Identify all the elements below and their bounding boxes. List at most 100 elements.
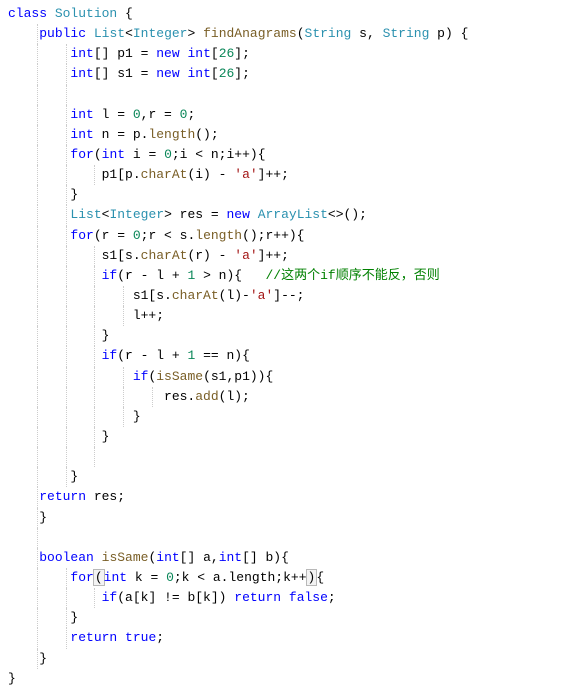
token-plain [47,6,55,21]
code-line: int[] s1 = new int[26]; [8,64,561,84]
indent [8,510,39,525]
token-kw: public [39,26,86,41]
token-plain: (l)- [219,288,250,303]
token-plain: } [133,409,141,424]
token-plain: [] b){ [242,550,289,565]
token-plain: ;k < a.length;k++ [174,570,307,585]
token-kw: true [125,630,156,645]
token-str: 'a' [250,288,273,303]
token-plain [94,550,102,565]
token-plain: s1[s. [133,288,172,303]
token-method: add [195,389,218,404]
token-kw: new [156,66,179,81]
token-plain: ]; [234,46,250,61]
token-plain: ; [328,590,336,605]
token-plain [250,207,258,222]
token-plain: (r - l + [117,268,187,283]
token-method: length [195,228,242,243]
token-plain: i = [125,147,164,162]
code-line: } [8,185,561,205]
token-kw: int [187,66,210,81]
token-plain: ; [156,630,164,645]
token-num: 0 [133,107,141,122]
code-line: int n = p.length(); [8,125,561,145]
token-plain: s, [351,26,382,41]
token-method: findAnagrams [203,26,297,41]
token-kw: int [104,570,127,585]
token-plain: } [102,328,110,343]
token-type: Integer [133,26,188,41]
token-plain: ( [297,26,305,41]
indent [8,409,133,424]
token-kw: class [8,6,47,21]
code-line: if(a[k] != b[k]) return false; [8,588,561,608]
token-kw: int [70,46,93,61]
token-plain: (r - l + [117,348,187,363]
token-plain: k = [127,570,166,585]
indent [8,429,102,444]
token-plain: n = p. [94,127,149,142]
token-kw: new [226,207,249,222]
code-line: for(r = 0;r < s.length();r++){ [8,226,561,246]
token-plain: res. [164,389,195,404]
indent [8,570,70,585]
token-kw: return [39,489,86,504]
code-line: int[] p1 = new int[26]; [8,44,561,64]
token-plain: l = [94,107,133,122]
token-plain: s1[s. [102,248,141,263]
code-line: return true; [8,628,561,648]
indent [8,248,102,263]
code-line: List<Integer> res = new ArrayList<>(); [8,205,561,225]
token-plain [86,26,94,41]
token-type: String [305,26,352,41]
token-str: 'a' [234,248,257,263]
code-line: boolean isSame(int[] a,int[] b){ [8,548,561,568]
token-plain: <>(); [328,207,367,222]
code-line [8,85,561,105]
token-kw: if [102,348,118,363]
token-plain: (s1,p1)){ [203,369,273,384]
token-plain: ,r = [141,107,180,122]
indent [8,590,102,605]
indent [8,469,70,484]
token-type: String [383,26,430,41]
token-kw: for [70,147,93,162]
token-kw: int [156,550,179,565]
indent [8,167,102,182]
code-line: s1[s.charAt(r) - 'a']++; [8,246,561,266]
token-kw: new [156,46,179,61]
indent [8,308,133,323]
token-plain [102,449,110,464]
token-plain: } [39,510,47,525]
token-cmt: //这两个if顺序不能反，否则 [265,268,439,283]
code-line: for(int i = 0;i < n;i++){ [8,145,561,165]
code-line: } [8,649,561,669]
code-line: for(int k = 0;k < a.length;k++){ [8,568,561,588]
token-kw: boolean [39,550,94,565]
indent [8,46,70,61]
token-plain: l++; [133,308,164,323]
code-line: res.add(l); [8,387,561,407]
token-plain: } [39,651,47,666]
token-type: List [94,26,125,41]
token-plain: [ [211,66,219,81]
token-kw: for [70,570,93,585]
token-plain: > res = [164,207,226,222]
token-plain: ]--; [273,288,304,303]
code-line: s1[s.charAt(l)-'a']--; [8,286,561,306]
indent [8,489,39,504]
code-line [8,447,561,467]
token-plain: ]; [234,66,250,81]
token-plain: > n){ [195,268,265,283]
token-kw: return [234,590,281,605]
token-kw: int [70,66,93,81]
token-kw: int [102,147,125,162]
code-line: } [8,326,561,346]
indent [8,610,70,625]
indent [8,288,133,303]
token-plain: (l); [219,389,250,404]
code-line: if(r - l + 1 == n){ [8,346,561,366]
indent [8,530,39,545]
indent [8,87,70,102]
token-plain: } [70,187,78,202]
